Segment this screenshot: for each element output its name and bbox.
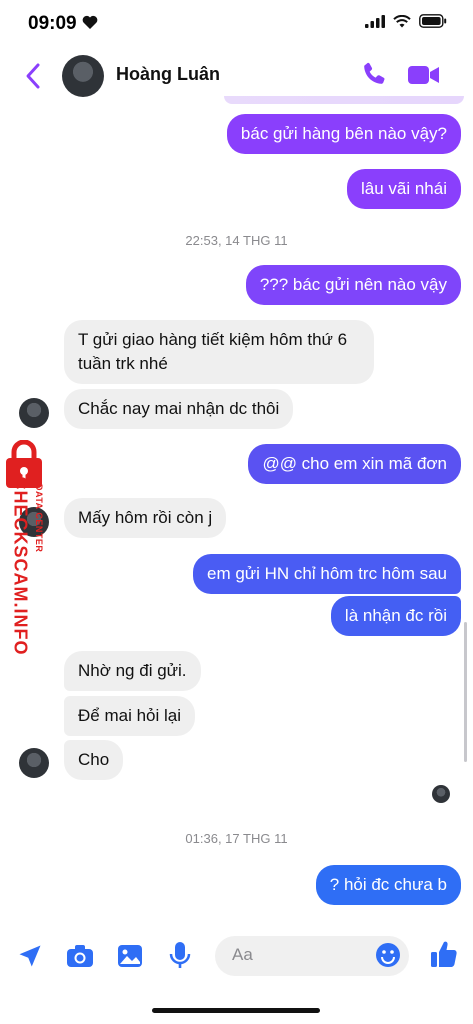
microphone-icon[interactable]: [169, 941, 191, 976]
send-location-icon[interactable]: [16, 942, 44, 975]
video-icon[interactable]: [408, 64, 440, 91]
message-bubble-out[interactable]: lâu vãi nhái: [346, 169, 461, 209]
message-bubble-in[interactable]: Chắc nay mai nhận dc thôi: [64, 389, 294, 429]
home-indicator: [152, 1008, 320, 1013]
message-bubble-out[interactable]: ??? bác gửi nên nào vậy: [245, 265, 461, 305]
message-input-placeholder: Aa: [232, 945, 253, 964]
watermark-sub: DATA CENTER: [34, 484, 44, 553]
read-receipt-avatar: [432, 785, 450, 803]
status-time: 09:09: [28, 13, 98, 35]
timestamp: 22:53, 14 THG 11: [185, 233, 288, 248]
scrollbar[interactable]: [464, 622, 467, 762]
message-bubble-in[interactable]: Nhờ ng đi gửi.: [64, 651, 201, 691]
gallery-icon[interactable]: [117, 943, 143, 974]
heart-icon: [82, 13, 98, 35]
contact-avatar-small: [19, 748, 49, 778]
camera-icon[interactable]: [66, 943, 94, 974]
signal-icon: [365, 14, 385, 33]
contact-avatar[interactable]: [62, 55, 104, 97]
message-text-line: T gửi giao hàng tiết kiệm hôm thứ 6: [78, 330, 348, 349]
status-indicators: [365, 14, 447, 33]
message-bubble-out[interactable]: @@ cho em xin mã đơn: [248, 444, 461, 484]
like-icon[interactable]: [430, 939, 458, 974]
phone-icon[interactable]: [360, 60, 388, 93]
wifi-icon: [393, 14, 411, 33]
emoji-icon[interactable]: [375, 942, 401, 973]
message-bubble-in[interactable]: Cho: [64, 740, 124, 780]
back-chevron-icon[interactable]: [22, 62, 46, 90]
message-bubble-in[interactable]: Mấy hôm rồi còn j: [64, 498, 227, 538]
message-text-line: tuần trk nhé: [78, 354, 168, 373]
message-bubble-in[interactable]: T gửi giao hàng tiết kiệm hôm thứ 6 tuần…: [64, 320, 374, 384]
watermark-brand: CHECKSCAM.INFO: [10, 476, 31, 656]
watermark: CHECKSCAM.INFO DATA CENTER: [2, 439, 50, 670]
message-bubble-in[interactable]: Để mai hỏi lại: [64, 696, 195, 736]
message-bubble-out[interactable]: ? hỏi đc chưa b: [315, 865, 461, 905]
battery-icon: [419, 14, 447, 33]
timestamp: 01:36, 17 THG 11: [185, 831, 288, 846]
contact-avatar-small: [19, 398, 49, 428]
contact-name[interactable]: Hoàng Luân: [116, 64, 220, 85]
message-bubble-out[interactable]: em gửi HN chỉ hôm trc hôm sau: [192, 554, 461, 594]
message-bubble-out[interactable]: là nhận đc rồi: [330, 596, 461, 636]
faded-message-edge: [224, 96, 464, 104]
message-bubble-out[interactable]: bác gửi hàng bên nào vậy?: [226, 114, 461, 154]
